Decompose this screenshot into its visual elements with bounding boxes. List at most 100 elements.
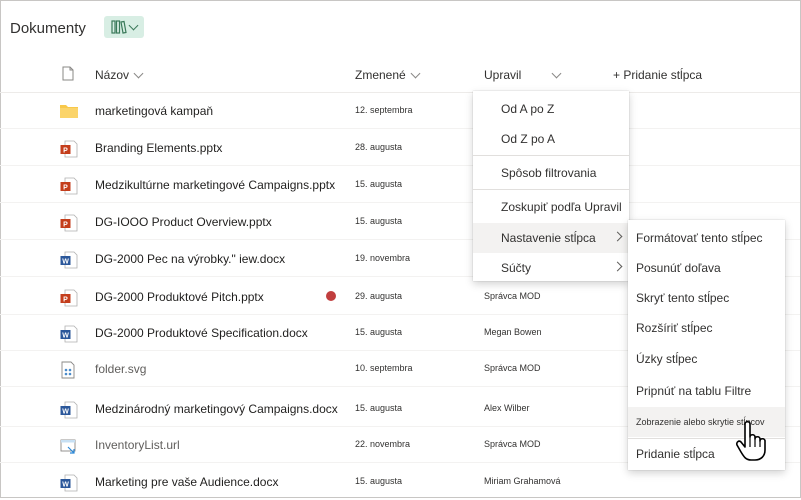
file-name-link[interactable]: folder.svg (95, 362, 146, 376)
svg-text:P: P (63, 297, 68, 304)
submenu-item-pin-to-filters-label: Pripnúť na tablu Filtre (636, 384, 752, 398)
menu-item-column-settings[interactable]: Nastavenie stĺpca (473, 223, 629, 253)
column-header-modified[interactable]: Zmenené (355, 68, 421, 82)
modified-by: Správca MOD (484, 291, 541, 301)
svg-text:P: P (63, 185, 68, 192)
submenu-item-narrow-column[interactable]: Úzky stĺpec (628, 344, 785, 374)
chevron-right-icon (612, 261, 623, 272)
submenu-item-format-column-label: Formátovať tento stĺpec (636, 231, 763, 245)
modified-by: Megan Bowen (484, 327, 542, 337)
library-title: Dokumenty (10, 20, 86, 37)
svg-text:W: W (62, 259, 69, 266)
powerpoint-icon: P (60, 140, 78, 158)
library-icon (111, 20, 127, 34)
submenu-item-add-column-label: Pridanie stĺpca (636, 447, 715, 461)
menu-item-totals-label: Súčty (501, 261, 532, 275)
word-icon: W (60, 325, 78, 343)
svg-text:W: W (62, 409, 69, 416)
error-status-icon[interactable] (326, 291, 336, 301)
svg-text:W: W (62, 482, 69, 489)
submenu-item-move-left-label: Posunúť doľava (636, 261, 721, 275)
modified-by: Miriam Grahamová (484, 476, 561, 486)
modified-by: Správca MOD (484, 363, 541, 373)
column-header-row: Názov Zmenené Upravil + Pridanie stĺpca (0, 56, 800, 93)
modified-date: 22. novembra (355, 439, 411, 449)
svg-text:P: P (63, 222, 68, 229)
word-icon: W (60, 251, 78, 269)
modified-date: 15. augusta (355, 403, 403, 413)
menu-item-sort-az-label: Od A po Z (501, 102, 555, 116)
chevron-down-icon (410, 68, 421, 78)
file-name-link[interactable]: Medzinárodný marketingový Campaigns.docx (95, 402, 338, 416)
file-name-link[interactable]: InventoryList.url (95, 438, 180, 452)
powerpoint-icon: P (60, 177, 78, 195)
table-row[interactable]: P Medzikultúrne marketingové Campaigns.pp… (0, 167, 800, 203)
row-divider (0, 202, 800, 203)
column-dropdown-menu: Od A po Z Od Z po A Spôsob filtrovania Z… (473, 91, 629, 281)
menu-item-sort-za[interactable]: Od Z po A (473, 124, 629, 154)
submenu-item-move-left[interactable]: Posunúť doľava (628, 253, 785, 283)
file-name-link[interactable]: marketingová kampaň (95, 104, 213, 118)
svg-file-icon (60, 361, 78, 379)
svg-text:W: W (62, 333, 69, 340)
menu-item-sort-az[interactable]: Od A po Z (473, 94, 629, 124)
file-name-link[interactable]: Medzikultúrne marketingové Campaigns.ppt… (95, 178, 335, 192)
row-divider (0, 128, 800, 129)
table-row[interactable]: marketingová kampaň 12. septembra (0, 93, 800, 129)
modified-date: 28. augusta (355, 142, 403, 152)
file-name-link[interactable]: Marketing pre vaše Audience.docx (95, 475, 278, 489)
menu-item-group-by[interactable]: Zoskupiť podľa Upravil (473, 192, 629, 222)
modified-date: 15. augusta (355, 216, 403, 226)
file-name-link[interactable]: Branding Elements.pptx (95, 141, 222, 155)
modified-date: 15. augusta (355, 327, 403, 337)
add-column-button[interactable]: + Pridanie stĺpca (613, 68, 702, 82)
menu-item-filter-by[interactable]: Spôsob filtrovania (473, 158, 629, 188)
modified-date: 15. augusta (355, 179, 403, 189)
menu-item-column-settings-label: Nastavenie stĺpca (501, 231, 596, 245)
file-type-icon[interactable] (62, 66, 74, 81)
modified-date: 29. augusta (355, 291, 403, 301)
submenu-item-widen-column-label: Rozšíriť stĺpec (636, 321, 713, 335)
column-header-modified-by[interactable]: Upravil (484, 68, 562, 82)
submenu-item-hide-column[interactable]: Skryť tento stĺpec (628, 283, 785, 313)
chevron-right-icon (612, 231, 623, 242)
menu-divider (473, 189, 629, 190)
row-divider (0, 165, 800, 166)
modified-date: 12. septembra (355, 105, 413, 115)
view-switcher-button[interactable] (104, 16, 144, 38)
chevron-down-icon (133, 68, 144, 78)
file-name-link[interactable]: DG-2000 Produktové Pitch.pptx (95, 290, 264, 304)
svg-text:P: P (63, 148, 68, 155)
word-icon: W (60, 401, 78, 419)
submenu-item-format-column[interactable]: Formátovať tento stĺpec (628, 223, 785, 253)
submenu-item-widen-column[interactable]: Rozšíriť stĺpec (628, 313, 785, 343)
modified-by: Správca MOD (484, 439, 541, 449)
column-header-name[interactable]: Názov (95, 68, 144, 82)
menu-item-totals[interactable]: Súčty (473, 253, 629, 283)
chevron-down-icon (551, 68, 562, 78)
url-file-icon (60, 437, 78, 455)
file-name-link[interactable]: DG-2000 Produktové Specification.docx (95, 326, 308, 340)
menu-divider (473, 155, 629, 156)
file-name-link[interactable]: DG-2000 Pec na výrobky." iew.docx (95, 252, 285, 266)
modified-date: 19. novembra (355, 253, 411, 263)
table-row[interactable]: P Branding Elements.pptx 28. augusta (0, 130, 800, 166)
menu-item-sort-za-label: Od Z po A (501, 132, 556, 146)
menu-item-group-by-label: Zoskupiť podľa Upravil (501, 200, 622, 214)
column-header-modified-label: Zmenené (355, 68, 406, 82)
column-header-modified-by-label: Upravil (484, 68, 522, 82)
folder-icon (60, 103, 78, 121)
column-header-name-label: Názov (95, 68, 130, 82)
chevron-down-icon (128, 20, 139, 30)
submenu-item-pin-to-filters[interactable]: Pripnúť na tablu Filtre (628, 376, 785, 406)
modified-date: 15. augusta (355, 476, 403, 486)
submenu-item-narrow-column-label: Úzky stĺpec (636, 352, 698, 366)
file-name-link[interactable]: DG-IOOO Product Overview.pptx (95, 215, 272, 229)
hand-cursor-icon (736, 420, 766, 461)
powerpoint-icon: P (60, 289, 78, 307)
menu-item-filter-by-label: Spôsob filtrovania (501, 166, 597, 180)
modified-by: Alex Wilber (484, 403, 530, 413)
word-icon: W (60, 474, 78, 492)
modified-date: 10. septembra (355, 363, 413, 373)
add-column-label: + Pridanie stĺpca (613, 68, 703, 82)
